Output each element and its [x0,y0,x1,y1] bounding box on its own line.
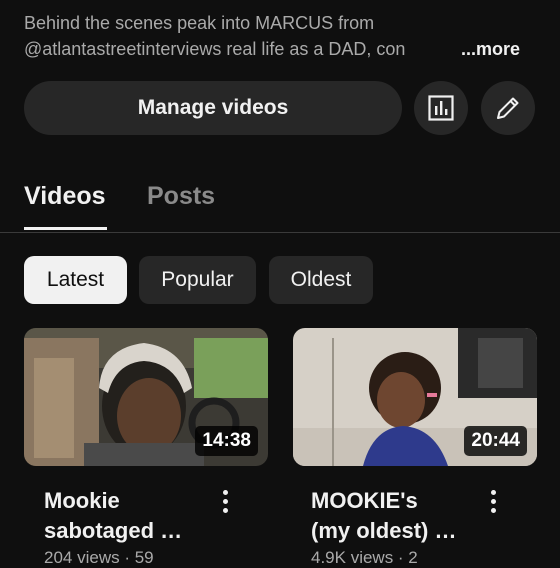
tab-posts[interactable]: Posts [147,182,215,211]
active-tab-indicator [24,227,107,230]
video-title[interactable]: Mookie sabotaged … [44,486,214,546]
video-title[interactable]: MOOKIE's (my oldest) … [311,486,481,546]
bar-chart-icon [428,95,454,121]
pencil-icon [497,97,519,119]
video-title-line-1: Mookie [44,488,120,513]
video-thumbnail[interactable]: 14:38 [24,328,268,466]
description-line-2: @atlantastreetinterviews real life as a … [24,36,536,62]
channel-tabs: Videos Posts [0,170,560,233]
tab-videos[interactable]: Videos [24,182,106,211]
more-options-icon[interactable] [487,490,499,518]
video-title-line-2: sabotaged … [44,518,183,543]
video-title-line-2: (my oldest) … [311,518,457,543]
video-duration: 20:44 [464,426,527,456]
more-link[interactable]: ...more [424,36,520,62]
video-duration: 14:38 [195,426,258,456]
manage-videos-button[interactable]: Manage videos [24,81,402,135]
filter-oldest[interactable]: Oldest [269,256,373,304]
description-line-2-text: @atlantastreetinterviews real life as a … [24,39,406,59]
analytics-button[interactable] [414,81,468,135]
filter-popular[interactable]: Popular [139,256,256,304]
video-thumbnail[interactable]: 20:44 [293,328,537,466]
video-title-line-1: MOOKIE's [311,488,418,513]
video-meta: 4.9K views · 2 [311,548,418,567]
more-options-icon[interactable] [219,490,231,518]
video-meta: 204 views · 59 [44,548,154,567]
edit-channel-button[interactable] [481,81,535,135]
filter-latest[interactable]: Latest [24,256,127,304]
channel-description[interactable]: Behind the scenes peak into MARCUS from … [24,10,536,62]
description-line-1: Behind the scenes peak into MARCUS from [24,13,375,33]
